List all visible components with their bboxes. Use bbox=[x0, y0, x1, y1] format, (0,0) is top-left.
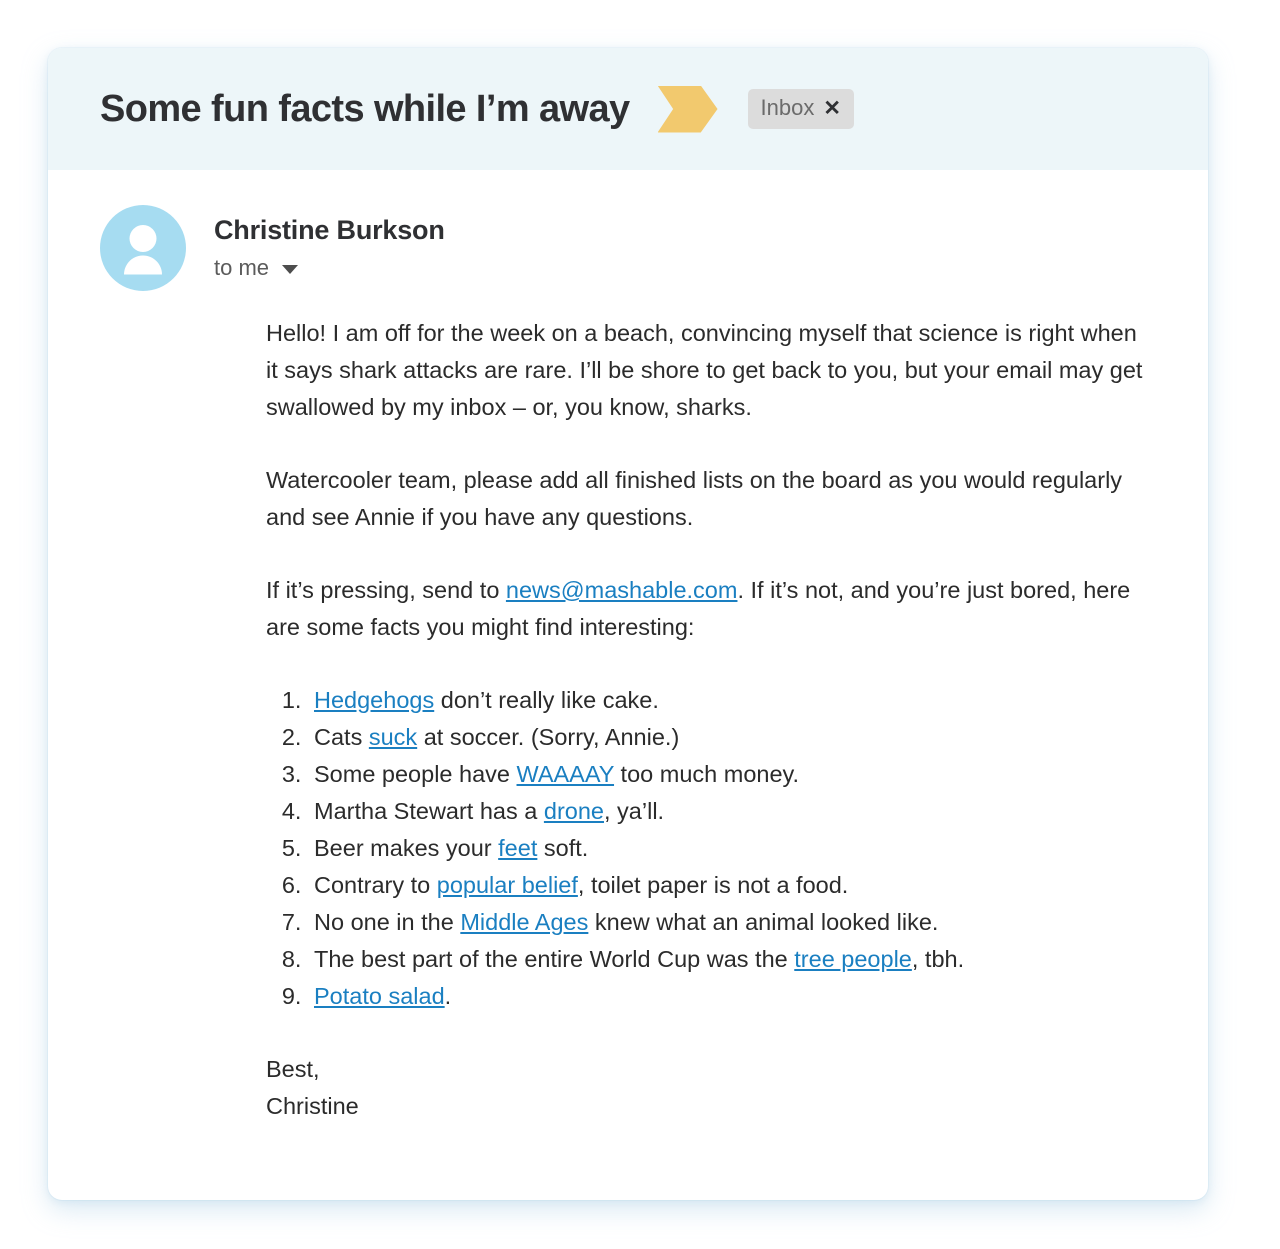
list-item: Cats suck at soccer. (Sorry, Annie.) bbox=[308, 719, 1148, 756]
list-item: The best part of the entire World Cup wa… bbox=[308, 941, 1148, 978]
list-item-link[interactable]: popular belief bbox=[437, 872, 578, 898]
list-item-link[interactable]: Middle Ages bbox=[460, 909, 588, 935]
signature-block: Best, Christine bbox=[266, 1051, 1148, 1125]
list-item-text-before: Beer makes your bbox=[314, 835, 499, 861]
list-item-link[interactable]: suck bbox=[369, 724, 417, 750]
list-item-text-after: , tbh. bbox=[911, 946, 965, 972]
avatar[interactable] bbox=[100, 205, 186, 291]
list-item-link[interactable]: Potato salad bbox=[314, 983, 445, 1009]
person-avatar-icon bbox=[124, 225, 162, 275]
signoff: Best, bbox=[266, 1056, 320, 1082]
list-item: No one in the Middle Ages knew what an a… bbox=[308, 904, 1148, 941]
list-item: Contrary to popular belief, toilet paper… bbox=[308, 867, 1148, 904]
signature-name: Christine bbox=[266, 1093, 359, 1119]
list-item-text-before: No one in the bbox=[314, 909, 461, 935]
chevron-right-flag-icon bbox=[657, 85, 718, 133]
sender-meta: Christine Burkson to me bbox=[214, 205, 445, 281]
facts-list: Hedgehogs don’t really like cake.Cats su… bbox=[266, 682, 1148, 1015]
list-item-text-after: too much money. bbox=[614, 761, 800, 787]
chevron-down-icon[interactable] bbox=[282, 265, 299, 274]
paragraph-3: If it’s pressing, send to news@mashable.… bbox=[266, 572, 1148, 646]
list-item: Potato salad. bbox=[308, 978, 1148, 1015]
list-item-link[interactable]: WAAAAY bbox=[517, 761, 615, 787]
list-item-text-after: soft. bbox=[537, 835, 589, 861]
list-item-text-after: don’t really like cake. bbox=[434, 687, 659, 713]
list-item-text-after: , toilet paper is not a food. bbox=[577, 872, 849, 898]
subject-header: Some fun facts while I’m away Inbox ✕ bbox=[48, 48, 1208, 170]
list-item-text-before: Cats bbox=[314, 724, 369, 750]
list-item: Martha Stewart has a drone, ya’ll. bbox=[308, 793, 1148, 830]
list-item-text-after: knew what an animal looked like. bbox=[588, 909, 939, 935]
email-link[interactable]: news@mashable.com bbox=[506, 577, 738, 603]
list-item: Some people have WAAAAY too much money. bbox=[308, 756, 1148, 793]
list-item-text-before: Contrary to bbox=[314, 872, 437, 898]
list-item-text-before: Some people have bbox=[314, 761, 517, 787]
sender-row: Christine Burkson to me bbox=[48, 170, 1208, 291]
list-item-text-after: . bbox=[444, 983, 452, 1009]
recipient-row[interactable]: to me bbox=[214, 255, 445, 281]
list-item-text-after: , ya’ll. bbox=[604, 798, 665, 824]
list-item-text-after: at soccer. (Sorry, Annie.) bbox=[417, 724, 680, 750]
recipient-label: to me bbox=[214, 255, 270, 280]
list-item-link[interactable]: feet bbox=[498, 835, 537, 861]
list-item-text-before: Martha Stewart has a bbox=[314, 798, 544, 824]
list-item-text-before: The best part of the entire World Cup wa… bbox=[314, 946, 795, 972]
list-item-link[interactable]: tree people bbox=[794, 946, 912, 972]
sender-name: Christine Burkson bbox=[214, 215, 445, 245]
email-card: Some fun facts while I’m away Inbox ✕ Ch… bbox=[48, 48, 1208, 1200]
close-icon[interactable]: ✕ bbox=[823, 98, 841, 119]
list-item: Hedgehogs don’t really like cake. bbox=[308, 682, 1148, 719]
list-item-link[interactable]: drone bbox=[544, 798, 604, 824]
status-badge[interactable]: Inbox ✕ bbox=[747, 89, 854, 129]
paragraph-2: Watercooler team, please add all finishe… bbox=[266, 467, 1123, 530]
list-item: Beer makes your feet soft. bbox=[308, 830, 1148, 867]
email-body: Hello! I am off for the week on a beach,… bbox=[48, 291, 1208, 1125]
page-root: Some fun facts while I’m away Inbox ✕ Ch… bbox=[0, 0, 1280, 1249]
paragraph-1: Hello! I am off for the week on a beach,… bbox=[266, 320, 1143, 420]
list-item-link[interactable]: Hedgehogs bbox=[314, 687, 434, 713]
inbox-label: Inbox bbox=[760, 95, 815, 120]
paragraph-3-before: If it’s pressing, send to bbox=[266, 577, 506, 603]
page-title: Some fun facts while I’m away bbox=[100, 87, 630, 130]
